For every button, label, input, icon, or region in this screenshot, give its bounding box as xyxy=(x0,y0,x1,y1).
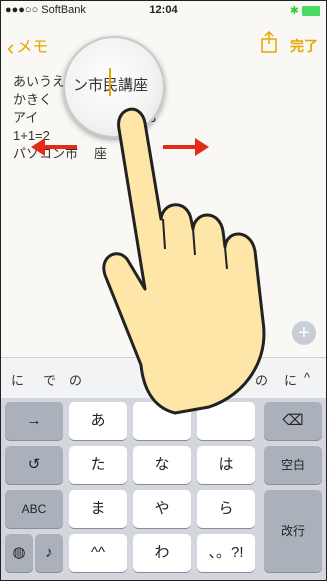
keyboard: → あ ⌫ ↺ た な は 空白 ABC ま や ら 改行 ◍ ♪ ^^ わ 、… xyxy=(1,398,326,580)
key-na[interactable]: な xyxy=(133,446,191,484)
undo-key[interactable]: ↺ xyxy=(5,446,63,484)
candidate-item[interactable]: の xyxy=(69,370,82,389)
key-wa[interactable]: わ xyxy=(133,534,191,572)
left-arrow-icon xyxy=(31,138,77,156)
space-key[interactable]: 空白 xyxy=(264,446,322,484)
key-ta[interactable]: た xyxy=(69,446,127,484)
status-time: 12:04 xyxy=(149,4,178,16)
chevron-left-icon: ‹ xyxy=(7,35,15,60)
candidate-item[interactable]: で xyxy=(43,370,56,389)
key-ma[interactable]: ま xyxy=(69,490,127,528)
back-button[interactable]: ‹ メモ xyxy=(7,33,48,61)
done-button[interactable]: 完了 xyxy=(290,36,318,56)
battery-icon: ✱ xyxy=(290,4,320,17)
nav-bar: ‹ メモ 完了 xyxy=(1,23,326,63)
microphone-icon[interactable]: ♪ xyxy=(35,534,63,572)
key-ya[interactable]: や xyxy=(133,490,191,528)
return-key[interactable]: 改行 xyxy=(264,490,322,572)
chevron-up-icon[interactable]: ^ xyxy=(304,370,310,385)
globe-icon[interactable]: ◍ xyxy=(5,534,33,572)
cursor-key[interactable]: → xyxy=(5,402,63,440)
key-ha[interactable]: は xyxy=(197,446,255,484)
key-ra[interactable]: ら xyxy=(197,490,255,528)
app-screen: ●●●○○ SoftBank 12:04 ✱ ‹ メモ 完了 あいうえ かきく ア… xyxy=(0,0,327,581)
candidate-item[interactable]: に xyxy=(11,370,24,389)
key-dakuten[interactable]: ^^ xyxy=(69,534,127,572)
plus-icon: + xyxy=(298,322,310,344)
key-punctuation[interactable]: 、。?! xyxy=(197,534,255,572)
status-bar: ●●●○○ SoftBank 12:04 ✱ xyxy=(1,1,326,21)
back-label: メモ xyxy=(16,39,49,56)
share-icon[interactable] xyxy=(259,31,279,53)
plus-button[interactable]: + xyxy=(292,321,316,345)
candidate-item[interactable]: に xyxy=(284,370,297,389)
abc-key[interactable]: ABC xyxy=(5,490,63,528)
hand-pointer-icon xyxy=(102,107,266,415)
